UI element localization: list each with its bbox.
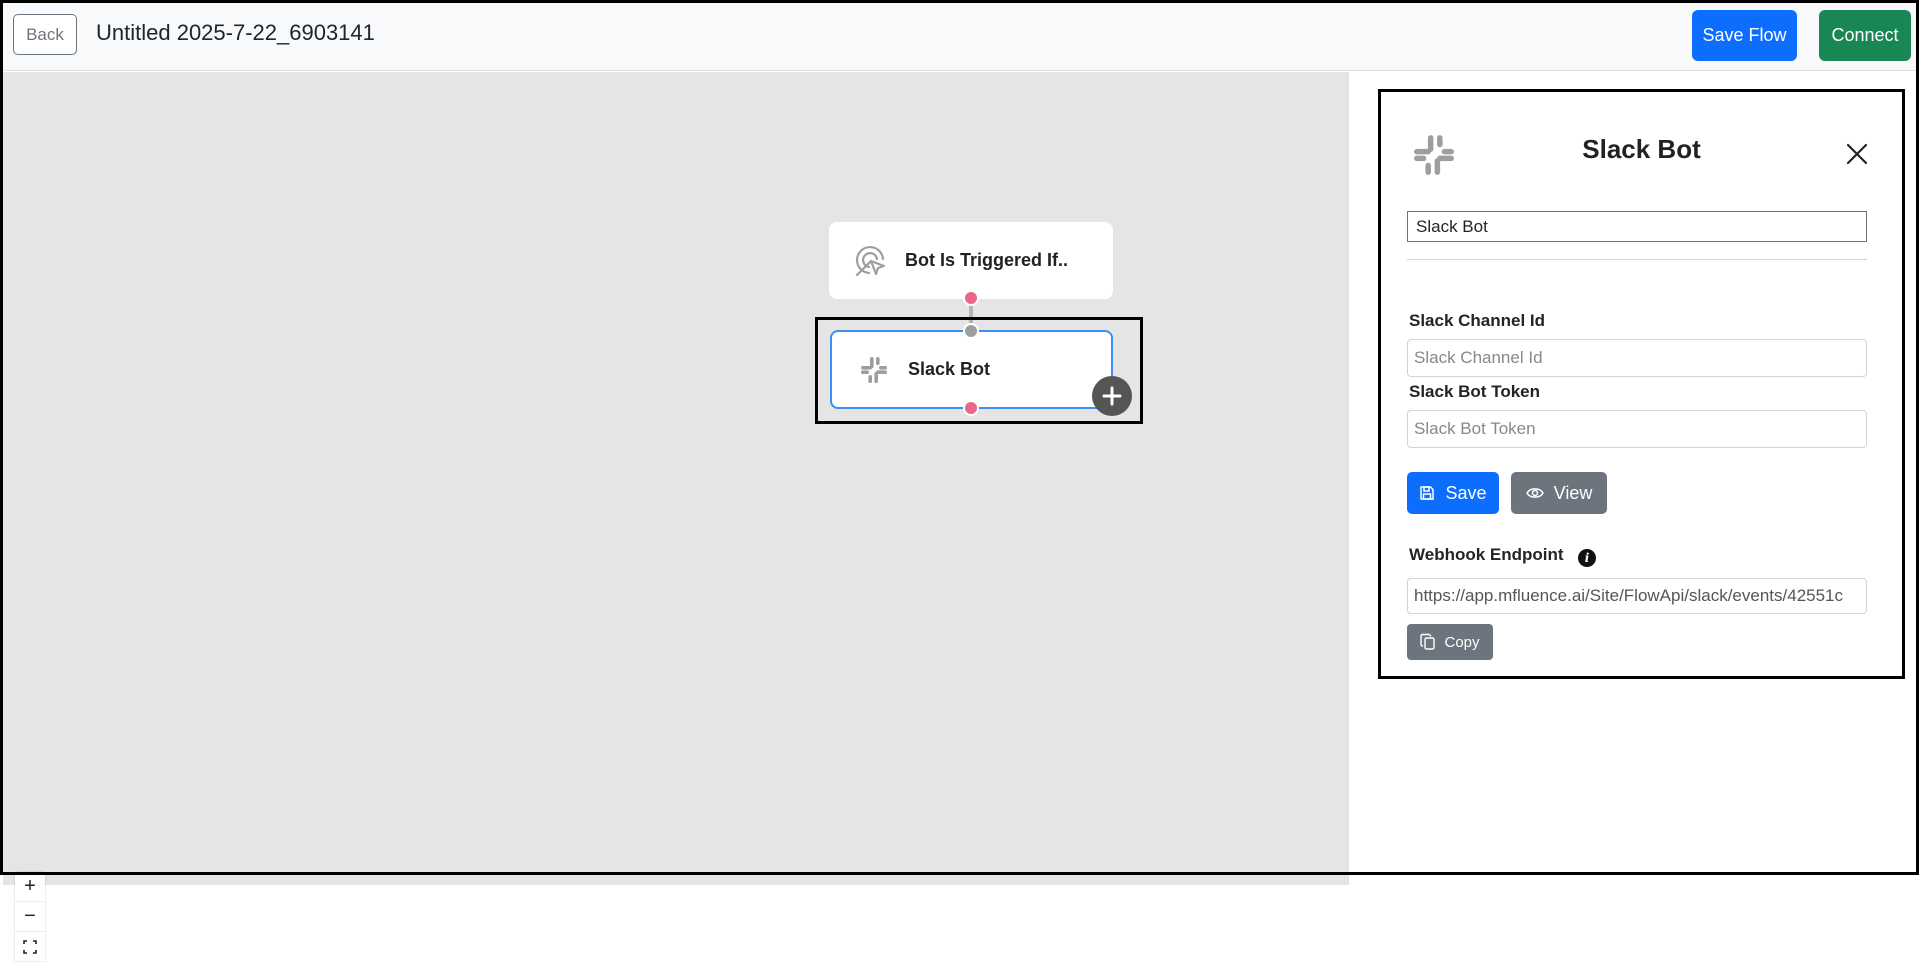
view-button-label: View: [1553, 482, 1593, 503]
slack-output-handle[interactable]: [963, 400, 979, 416]
copy-icon: [1420, 633, 1436, 650]
flow-title: Untitled 2025-7-22_6903141: [96, 20, 375, 45]
slack-channel-id-label: Slack Channel Id: [1409, 311, 1546, 330]
info-icon[interactable]: i: [1578, 549, 1596, 567]
view-button[interactable]: View: [1511, 472, 1607, 514]
panel-title: Slack Bot: [1582, 134, 1701, 164]
floppy-disk-icon: [1420, 486, 1435, 500]
back-button[interactable]: Back: [13, 14, 77, 55]
connect-button[interactable]: Connect: [1819, 10, 1911, 61]
add-node-button[interactable]: [1092, 376, 1132, 416]
webhook-endpoint-input[interactable]: [1407, 578, 1867, 614]
eye-icon: [1525, 488, 1544, 498]
node-properties-panel: Slack Bot Slack Channel Id Slack Bot Tok…: [1378, 89, 1905, 679]
save-button-label: Save: [1445, 482, 1487, 503]
save-button[interactable]: Save: [1407, 472, 1499, 514]
copy-button[interactable]: Copy: [1407, 624, 1493, 660]
close-icon[interactable]: [1844, 141, 1872, 169]
divider: [1407, 259, 1867, 260]
save-flow-button[interactable]: Save Flow: [1692, 10, 1797, 61]
flow-canvas[interactable]: Bot Is Triggered If.. Slack Bot + −: [3, 72, 1348, 962]
trigger-icon: [851, 241, 891, 281]
slack-channel-id-input[interactable]: [1407, 339, 1867, 377]
top-header: Back Untitled 2025-7-22_6903141 Save Flo…: [0, 0, 1919, 71]
plus-icon: [1102, 386, 1122, 406]
fit-view-button[interactable]: [15, 932, 45, 962]
trigger-output-handle[interactable]: [963, 290, 979, 306]
slack-bot-token-label: Slack Bot Token: [1409, 382, 1540, 401]
trigger-node[interactable]: Bot Is Triggered If..: [829, 222, 1113, 299]
slack-bot-token-input[interactable]: [1407, 410, 1867, 448]
slack-input-handle[interactable]: [963, 323, 979, 339]
slack-node-label: Slack Bot: [908, 359, 991, 379]
webhook-endpoint-label: Webhook Endpoint: [1409, 545, 1564, 564]
copy-button-label: Copy: [1444, 633, 1480, 651]
zoom-out-button[interactable]: −: [15, 902, 45, 932]
node-name-input[interactable]: [1407, 211, 1867, 242]
fit-view-icon: [23, 939, 37, 954]
zoom-controls: + −: [15, 872, 45, 962]
trigger-node-label: Bot Is Triggered If..: [905, 250, 1069, 270]
slack-bot-node[interactable]: Slack Bot: [830, 330, 1113, 409]
zoom-in-button[interactable]: +: [15, 872, 45, 902]
slack-icon: [854, 350, 894, 390]
